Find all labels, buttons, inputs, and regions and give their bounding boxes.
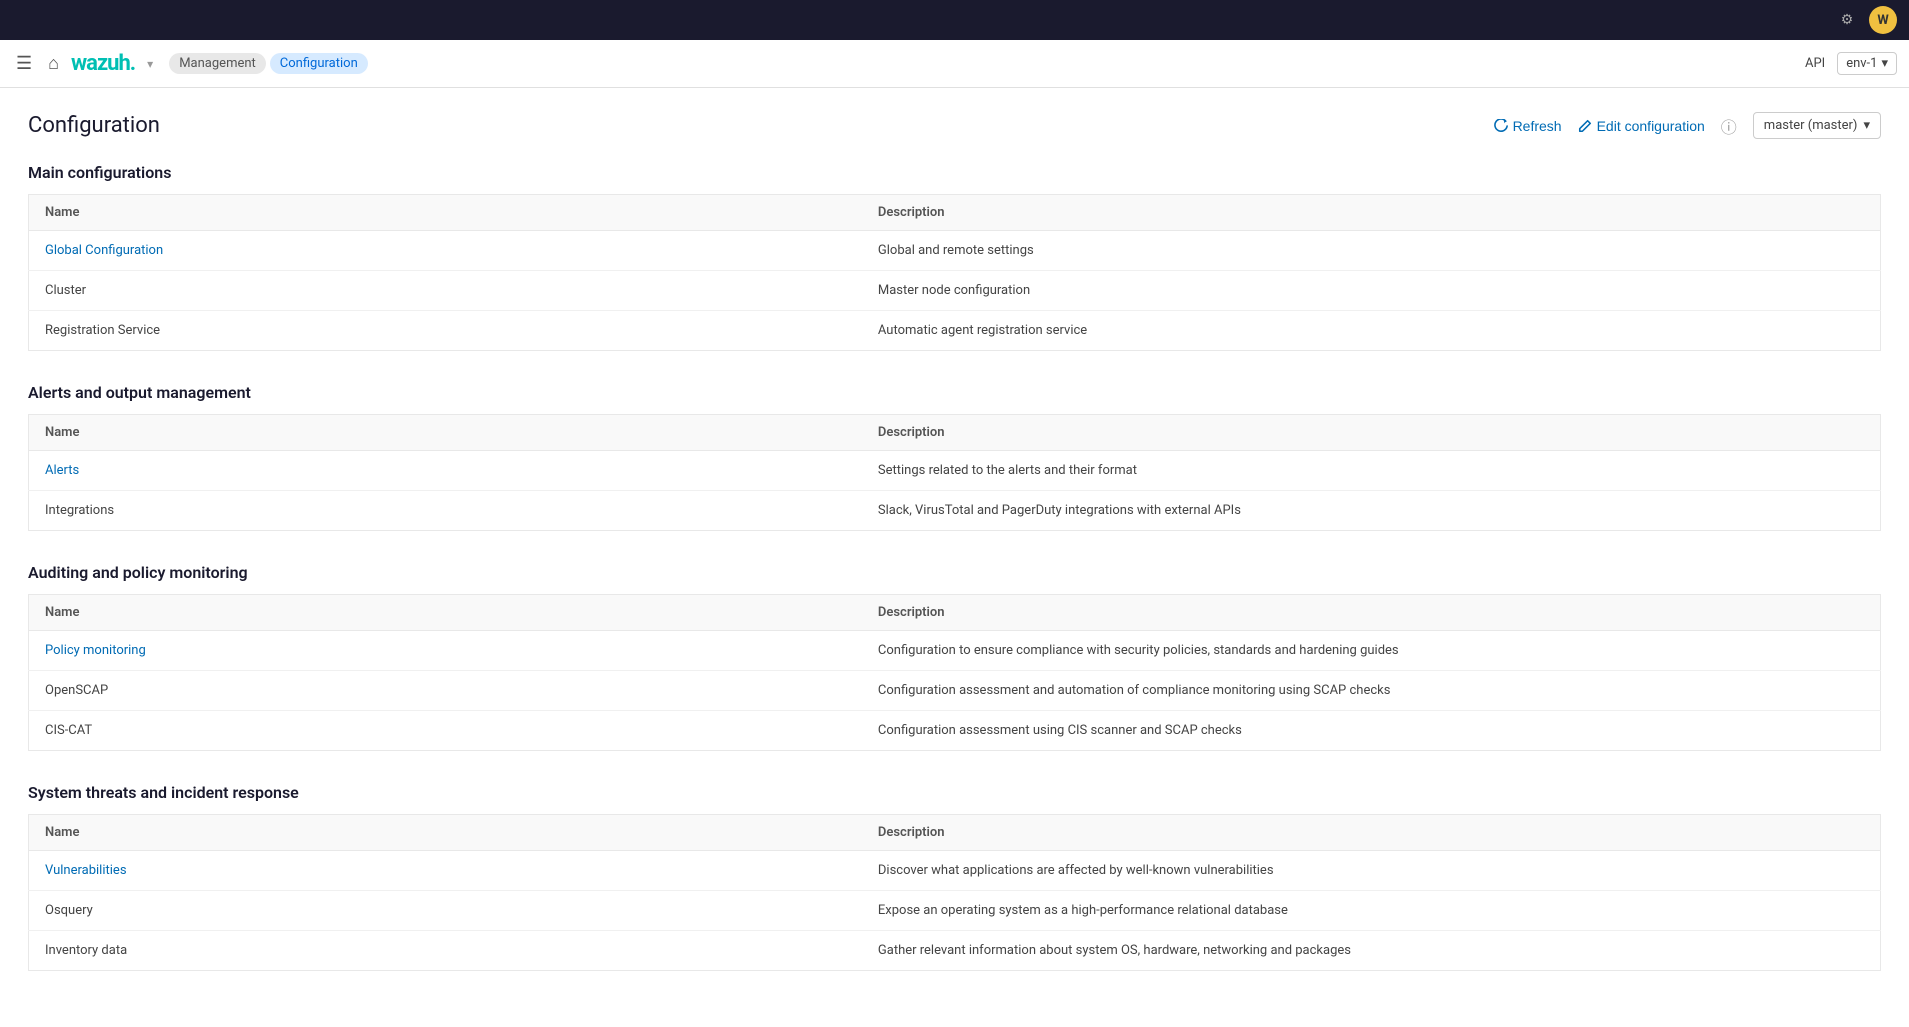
config-table-alerts-output: NameDescription Alerts Settings related to… — [28, 414, 1881, 531]
config-table-system-threats: NameDescription Vulnerabilities Discover w… — [28, 814, 1881, 971]
help-icon[interactable]: ⓘ — [1721, 114, 1737, 138]
section-auditing-policy: Auditing and policy monitoring NameDescri… — [28, 563, 1881, 751]
row-description: Configuration assessment using CIS scann… — [862, 711, 1881, 751]
section-system-threats: System threats and incident response Name… — [28, 783, 1881, 971]
table-row: Alerts Settings related to the alerts and… — [29, 451, 1881, 491]
section-title-alerts-output: Alerts and output management — [28, 383, 1881, 402]
row-name: Osquery — [29, 891, 862, 931]
row-description: Master node configuration — [862, 271, 1881, 311]
row-description: Configuration to ensure compliance with … — [862, 631, 1881, 671]
page-actions: Refresh Edit configuration ⓘ master (mas… — [1494, 112, 1881, 139]
table-row: Inventory dataGather relevant informatio… — [29, 931, 1881, 971]
row-name: Global Configuration — [29, 231, 862, 271]
row-description: Slack, VirusTotal and PagerDuty integrat… — [862, 491, 1881, 531]
row-description: Automatic agent registration service — [862, 311, 1881, 351]
row-name: CIS-CAT — [29, 711, 862, 751]
breadcrumb-management[interactable]: Management — [169, 53, 266, 74]
navbar-right: API env-1 ▾ — [1805, 52, 1897, 75]
row-name: Inventory data — [29, 931, 862, 971]
home-icon[interactable]: ⌂ — [44, 49, 63, 78]
row-description: Configuration assessment and automation … — [862, 671, 1881, 711]
edit-configuration-button[interactable]: Edit configuration — [1578, 118, 1705, 134]
col-header-description: Description — [862, 195, 1881, 231]
table-row: CIS-CATConfiguration assessment using CI… — [29, 711, 1881, 751]
table-row: OpenSCAPConfiguration assessment and aut… — [29, 671, 1881, 711]
row-description: Global and remote settings — [862, 231, 1881, 271]
table-row: Policy monitoring Configuration to ensure… — [29, 631, 1881, 671]
section-alerts-output: Alerts and output management NameDescript… — [28, 383, 1881, 531]
topbar-icons: ⚙ W — [1833, 6, 1897, 34]
env-selector[interactable]: env-1 ▾ — [1837, 52, 1897, 75]
menu-icon[interactable]: ☰ — [12, 49, 36, 78]
col-header-name: Name — [29, 595, 862, 631]
table-row: Registration ServiceAutomatic agent regi… — [29, 311, 1881, 351]
logo-chevron-icon[interactable]: ▾ — [147, 57, 153, 71]
section-title-auditing-policy: Auditing and policy monitoring — [28, 563, 1881, 582]
edit-icon — [1578, 119, 1592, 133]
breadcrumb-configuration[interactable]: Configuration — [270, 53, 368, 74]
config-table-main-configurations: NameDescriptionGlobal ConfigurationGloba… — [28, 194, 1881, 351]
row-name: OpenSCAP — [29, 671, 862, 711]
col-header-description: Description — [862, 415, 1881, 451]
table-row: IntegrationsSlack, VirusTotal and PagerD… — [29, 491, 1881, 531]
row-name: Cluster — [29, 271, 862, 311]
api-button[interactable]: API — [1805, 56, 1825, 71]
config-link[interactable]: Vulnerabilities — [45, 863, 127, 878]
col-header-name: Name — [29, 815, 862, 851]
row-name: Registration Service — [29, 311, 862, 351]
row-name: Integrations — [29, 491, 862, 531]
refresh-button[interactable]: Refresh — [1494, 118, 1562, 134]
table-row: Global Configuration Global and remote se… — [29, 231, 1881, 271]
topbar: ⚙ W — [0, 0, 1909, 40]
table-row: OsqueryExpose an operating system as a h… — [29, 891, 1881, 931]
env-chevron-icon: ▾ — [1881, 56, 1888, 71]
row-description: Gather relevant information about system… — [862, 931, 1881, 971]
config-link[interactable]: Global Configuration — [45, 243, 163, 258]
section-title-main-configurations: Main configurations — [28, 163, 1881, 182]
section-main-configurations: Main configurationsNameDescriptionGlobal… — [28, 163, 1881, 351]
page-header: Configuration Refresh Edit configuration… — [28, 112, 1881, 139]
wazuh-logo: wazuh. — [71, 51, 135, 76]
col-header-name: Name — [29, 415, 862, 451]
user-avatar[interactable]: W — [1869, 6, 1897, 34]
config-link[interactable]: Policy monitoring — [45, 643, 146, 658]
table-row: ClusterMaster node configuration — [29, 271, 1881, 311]
node-selector[interactable]: master (master) ▾ — [1753, 112, 1881, 139]
node-chevron-icon: ▾ — [1863, 118, 1870, 133]
config-table-auditing-policy: NameDescription Policy monitoring Configur… — [28, 594, 1881, 751]
row-name: Alerts — [29, 451, 862, 491]
row-description: Discover what applications are affected … — [862, 851, 1881, 891]
col-header-description: Description — [862, 815, 1881, 851]
settings-icon[interactable]: ⚙ — [1833, 6, 1861, 34]
breadcrumb: Management Configuration — [169, 53, 368, 74]
config-link[interactable]: Alerts — [45, 463, 79, 478]
col-header-description: Description — [862, 595, 1881, 631]
navbar: ☰ ⌂ wazuh. ▾ Management Configuration AP… — [0, 40, 1909, 88]
row-name: Policy monitoring — [29, 631, 862, 671]
row-description: Expose an operating system as a high-per… — [862, 891, 1881, 931]
col-header-name: Name — [29, 195, 862, 231]
table-row: Vulnerabilities Discover what application… — [29, 851, 1881, 891]
refresh-icon — [1494, 119, 1508, 133]
sections-container: Main configurationsNameDescriptionGlobal… — [28, 163, 1881, 971]
page-title: Configuration — [28, 113, 160, 138]
main-content: Configuration Refresh Edit configuration… — [0, 88, 1909, 1027]
row-name: Vulnerabilities — [29, 851, 862, 891]
row-description: Settings related to the alerts and their… — [862, 451, 1881, 491]
section-title-system-threats: System threats and incident response — [28, 783, 1881, 802]
